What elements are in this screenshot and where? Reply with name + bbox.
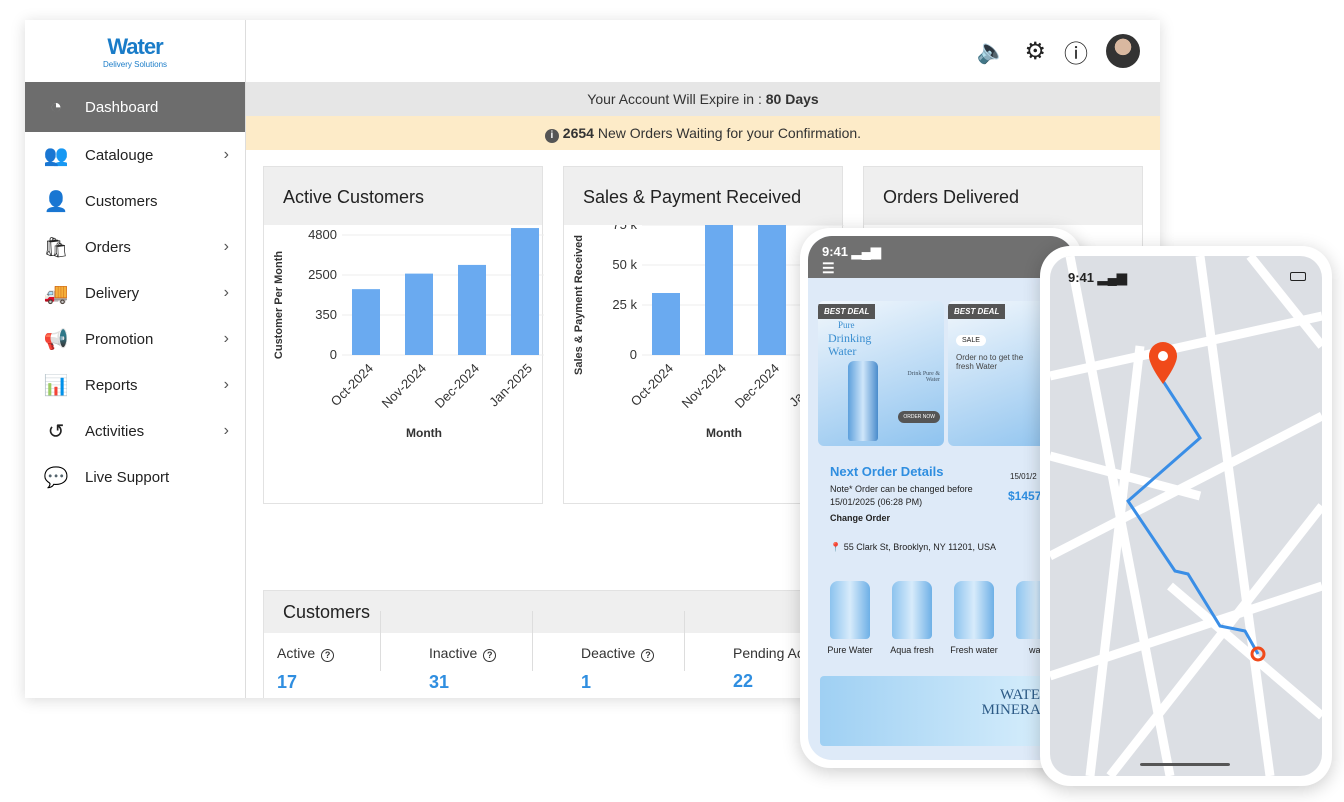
y-axis-label: Sales & Payment Received [573, 235, 585, 375]
sidebar-item-delivery[interactable]: 🚚 Delivery › [25, 270, 245, 316]
stat-active[interactable]: Active? 17 [277, 645, 335, 693]
divider [380, 611, 381, 671]
history-icon: ↺ [47, 420, 65, 443]
water-bottle-image [830, 581, 870, 639]
stat-pending-ac[interactable]: Pending Ac 22 [733, 645, 804, 692]
x-axis-label: Month [706, 426, 742, 440]
bar [652, 293, 680, 355]
megaphone-icon: 📢 [43, 328, 69, 351]
y-tick-label: 2500 [308, 267, 337, 282]
signal-icon: ▂▄▆ [1097, 270, 1127, 285]
sidebar-item-orders[interactable]: 🛍 Orders › [25, 224, 245, 270]
product-item[interactable]: Fresh water [944, 581, 1004, 655]
chat-icon: 💬 [43, 466, 69, 489]
next-order-section: Next Order Details Note* Order can be ch… [830, 464, 1010, 523]
x-tick-label: Jan-2025 [486, 361, 535, 410]
x-tick-label: Nov-2024 [679, 361, 729, 411]
chevron-right-icon: › [223, 330, 229, 347]
stat-inactive[interactable]: Inactive? 31 [429, 645, 497, 693]
chevron-right-icon: › [223, 422, 229, 439]
bar [352, 289, 380, 355]
bar [758, 225, 786, 355]
y-tick-label: 50 k [612, 257, 637, 272]
change-order-link[interactable]: Change Order [830, 513, 1010, 523]
bar-chart-icon: 📊 [43, 374, 69, 397]
truck-icon: 🚚 [43, 282, 69, 305]
product-item[interactable]: Pure Water [820, 581, 880, 655]
user-icon: 👤 [43, 190, 69, 213]
gear-icon[interactable]: ⚙ [1024, 37, 1046, 66]
map[interactable]: 9:41 ▂▄▆ [1050, 256, 1322, 776]
water-bottle-image [954, 581, 994, 639]
stat-deactive[interactable]: Deactive? 1 [581, 645, 655, 693]
water-mineral-banner[interactable]: WATER MINERAL [820, 676, 1060, 746]
y-tick-label: 0 [630, 347, 637, 362]
customers-panel: Customers Active? 17 Inactive? 31 Deactive? 1… [263, 590, 863, 698]
deal-banner-1[interactable]: BEST DEAL Pure Drinking Water Drink Pure &… [818, 301, 944, 446]
help-icon[interactable]: ? [321, 649, 335, 662]
gauge-icon: ◔ [49, 95, 63, 118]
sidebar: Water Delivery Solutions ◔ Dashboard 👥 Cata… [25, 20, 246, 698]
address[interactable]: 📍 55 Clark St, Brooklyn, NY 11201, USA [830, 542, 996, 553]
bar [705, 225, 733, 355]
divider [532, 611, 533, 671]
expiry-banner: Your Account Will Expire in : 80 Days [246, 82, 1160, 116]
x-tick-label: Nov-2024 [379, 361, 429, 411]
y-axis-label: Customer Per Month [273, 251, 285, 359]
x-tick-label: Dec-2024 [432, 361, 482, 411]
help-icon[interactable]: ? [641, 649, 655, 662]
orders-banner[interactable]: i 2654 New Orders Waiting for your Confi… [246, 116, 1160, 150]
battery-icon [1290, 272, 1306, 281]
active-customers-card: Active Customers 0 350 2500 4800 Oct-2024 Nov-… [263, 166, 544, 504]
people-hand-icon: 👥 [43, 144, 69, 167]
divider [684, 611, 685, 671]
sidebar-item-activities[interactable]: ↺ Activities › [25, 408, 245, 454]
location-pin-icon [1149, 342, 1177, 384]
y-tick-label: 25 k [612, 297, 637, 312]
chevron-right-icon: › [223, 238, 229, 255]
y-tick-label: 75 k [612, 225, 637, 232]
avatar[interactable] [1106, 34, 1140, 68]
signal-icon: ▂▄▆ [851, 244, 881, 259]
y-tick-label: 4800 [308, 227, 337, 242]
bar [458, 264, 486, 355]
x-axis-label: Month [406, 426, 442, 440]
chevron-right-icon: › [223, 146, 229, 163]
bar [511, 228, 539, 355]
y-tick-label: 0 [330, 347, 337, 362]
x-tick-label: Dec-2024 [732, 361, 782, 411]
sidebar-item-live-support[interactable]: 💬 Live Support [25, 454, 245, 500]
x-tick-label: Oct-2024 [328, 361, 376, 409]
y-tick-label: 350 [315, 307, 337, 322]
info-icon: i [544, 129, 559, 143]
sidebar-item-customers[interactable]: 👤 Customers [25, 178, 245, 224]
top-bar: 🔈 ⚙ ⓘ [246, 20, 1160, 82]
bottle-image [848, 361, 878, 441]
location-pin-icon: 📍 [830, 542, 842, 552]
water-bottle-image [892, 581, 932, 639]
chevron-right-icon: › [223, 376, 229, 393]
sidebar-item-promotion[interactable]: 📢 Promotion › [25, 316, 245, 362]
sidebar-item-dashboard[interactable]: ◔ Dashboard [25, 82, 245, 132]
bar [405, 273, 433, 355]
shopping-bag-icon: 🛍 [43, 236, 69, 259]
map-streets [1050, 256, 1322, 776]
order-now-button[interactable]: ORDER NOW [898, 411, 940, 423]
product-item[interactable]: Aqua fresh [882, 581, 942, 655]
active-customers-chart: 0 350 2500 4800 Oct-2024 Nov-2024 Dec-2024 Jan-… [273, 227, 544, 440]
sidebar-item-catalouge[interactable]: 👥 Catalouge › [25, 132, 245, 178]
speaker-icon[interactable]: 🔈 [977, 37, 1007, 66]
menu-icon[interactable]: ☰ [822, 260, 1060, 277]
help-icon[interactable]: ⓘ [1064, 34, 1088, 69]
help-icon[interactable]: ? [483, 649, 497, 662]
chevron-right-icon: › [223, 284, 229, 301]
x-tick-label: Oct-2024 [628, 361, 676, 409]
delivery-map-phone: 9:41 ▂▄▆ [1040, 246, 1332, 786]
logo: Water Delivery Solutions [102, 33, 168, 69]
sidebar-item-reports[interactable]: 📊 Reports › [25, 362, 245, 408]
